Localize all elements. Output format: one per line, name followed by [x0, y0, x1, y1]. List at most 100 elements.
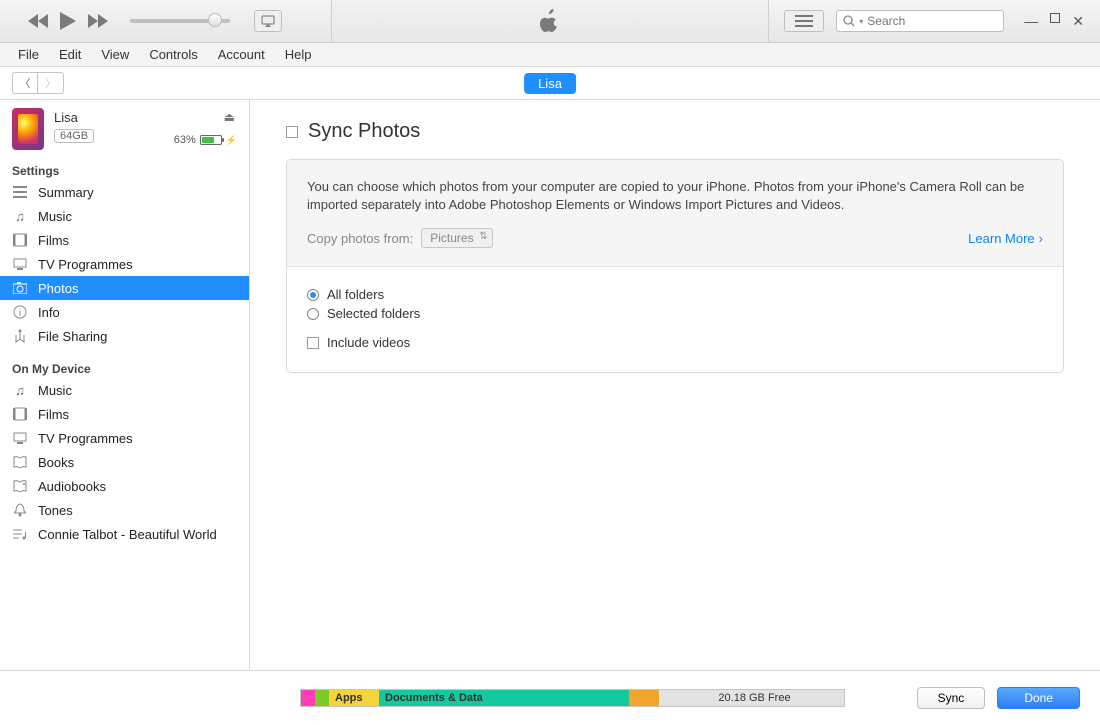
film-icon — [12, 406, 28, 422]
sidebar-item-device-tv[interactable]: TV Programmes — [0, 426, 249, 450]
bottom-bar: Apps Documents & Data 20.18 GB Free Sync… — [0, 670, 1100, 725]
menu-help[interactable]: Help — [275, 47, 322, 62]
search-field[interactable]: ▾ — [836, 10, 1004, 32]
maximize-button[interactable] — [1050, 13, 1060, 30]
queue-button[interactable] — [784, 10, 824, 32]
menu-file[interactable]: File — [8, 47, 49, 62]
sidebar-item-device-audiobooks[interactable]: Audiobooks — [0, 474, 249, 498]
sidebar-item-filesharing[interactable]: File Sharing — [0, 324, 249, 348]
sidebar-item-info[interactable]: i Info — [0, 300, 249, 324]
menu-account[interactable]: Account — [208, 47, 275, 62]
device-thumbnail-icon — [12, 108, 44, 150]
tv-icon — [12, 256, 28, 272]
sidebar-heading-settings: Settings — [0, 158, 249, 180]
airplay-button[interactable] — [254, 10, 282, 32]
menu-controls[interactable]: Controls — [139, 47, 207, 62]
play-button[interactable] — [60, 12, 76, 30]
copy-from-label: Copy photos from: — [307, 231, 413, 246]
battery-icon — [200, 135, 222, 145]
option-label: Selected folders — [327, 306, 420, 321]
option-label: All folders — [327, 287, 384, 302]
sidebar-item-device-music[interactable]: ♫ Music — [0, 378, 249, 402]
title-bar: ▾ — ✕ — [0, 0, 1100, 43]
info-icon: i — [12, 304, 28, 320]
device-capacity: 64GB — [54, 129, 94, 143]
sidebar-item-device-books[interactable]: Books — [0, 450, 249, 474]
sidebar: Lisa 64GB ⏏ 63% ⚡ Settings Summary ♫ Musi… — [0, 100, 250, 670]
fast-forward-button[interactable] — [88, 14, 108, 28]
sidebar-item-label: Summary — [38, 185, 94, 200]
storage-bar: Apps Documents & Data 20.18 GB Free — [250, 689, 905, 707]
minimize-button[interactable]: — — [1024, 13, 1038, 30]
sidebar-item-label: Info — [38, 305, 60, 320]
camera-icon — [12, 280, 28, 296]
checkbox-include-videos[interactable]: Include videos — [307, 335, 1043, 350]
navigation-row: 〈 〉 Lisa — [0, 67, 1100, 100]
sidebar-item-device-films[interactable]: Films — [0, 402, 249, 426]
search-input[interactable] — [867, 14, 997, 28]
sidebar-item-label: Music — [38, 383, 72, 398]
sidebar-item-label: Photos — [38, 281, 78, 296]
section-title: Sync Photos — [308, 120, 420, 143]
content-area: Sync Photos You can choose which photos … — [250, 100, 1100, 670]
sidebar-item-tv[interactable]: TV Programmes — [0, 252, 249, 276]
sidebar-item-label: Tones — [38, 503, 73, 518]
chevron-right-icon: › — [1039, 231, 1043, 246]
storage-segment-color2 — [315, 690, 329, 706]
sidebar-item-label: TV Programmes — [38, 257, 133, 272]
note-icon: ♫ — [12, 382, 28, 398]
window-controls: — ✕ — [1024, 13, 1092, 30]
sidebar-item-label: Audiobooks — [38, 479, 106, 494]
storage-segment-docs: Documents & Data — [379, 690, 629, 706]
sidebar-item-films[interactable]: Films — [0, 228, 249, 252]
volume-slider[interactable] — [130, 19, 230, 23]
lcd-display — [331, 0, 769, 42]
sidebar-item-label: Books — [38, 455, 74, 470]
radio-selected-folders[interactable]: Selected folders — [307, 306, 1043, 321]
sidebar-item-music[interactable]: ♫ Music — [0, 204, 249, 228]
apple-logo-icon — [540, 9, 560, 33]
storage-segment-misc — [629, 690, 659, 706]
forward-button[interactable]: 〉 — [38, 72, 64, 94]
info-text: You can choose which photos from your co… — [307, 178, 1043, 214]
sidebar-item-summary[interactable]: Summary — [0, 180, 249, 204]
battery-percent: 63% — [174, 134, 196, 146]
charging-icon: ⚡ — [226, 135, 237, 146]
book-icon — [12, 454, 28, 470]
share-icon — [12, 328, 28, 344]
sidebar-item-label: Music — [38, 209, 72, 224]
dropdown-caret-icon: ▾ — [859, 17, 863, 26]
radio-all-folders[interactable]: All folders — [307, 287, 1043, 302]
menu-bar: File Edit View Controls Account Help — [0, 43, 1100, 67]
storage-segment-free: 20.18 GB Free — [659, 690, 844, 706]
sidebar-heading-ondevice: On My Device — [0, 356, 249, 378]
sync-panel: You can choose which photos from your co… — [286, 159, 1064, 373]
learn-more-link[interactable]: Learn More› — [968, 231, 1043, 246]
option-label: Include videos — [327, 335, 410, 350]
done-button[interactable]: Done — [997, 687, 1080, 709]
menu-edit[interactable]: Edit — [49, 47, 91, 62]
film-icon — [12, 232, 28, 248]
sidebar-item-label: Films — [38, 407, 69, 422]
sync-photos-checkbox[interactable] — [286, 126, 298, 138]
sidebar-item-device-tones[interactable]: Tones — [0, 498, 249, 522]
sidebar-item-photos[interactable]: Photos — [0, 276, 249, 300]
copy-from-select[interactable]: Pictures — [421, 228, 492, 248]
back-button[interactable]: 〈 — [12, 72, 38, 94]
eject-button[interactable]: ⏏ — [224, 110, 235, 124]
rewind-button[interactable] — [28, 14, 48, 28]
storage-segment-color1 — [301, 690, 315, 706]
playback-controls — [0, 10, 282, 32]
device-header: Lisa 64GB ⏏ 63% ⚡ — [0, 108, 249, 158]
sidebar-item-device-playlist[interactable]: Connie Talbot - Beautiful World — [0, 522, 249, 546]
note-icon: ♫ — [12, 208, 28, 224]
svg-text:i: i — [19, 308, 21, 319]
device-tab[interactable]: Lisa — [524, 73, 576, 94]
sync-button[interactable]: Sync — [917, 687, 986, 709]
menu-view[interactable]: View — [91, 47, 139, 62]
search-icon — [843, 15, 855, 27]
audiobook-icon — [12, 478, 28, 494]
bell-icon — [12, 502, 28, 518]
device-name: Lisa — [54, 110, 239, 125]
close-button[interactable]: ✕ — [1072, 13, 1084, 30]
